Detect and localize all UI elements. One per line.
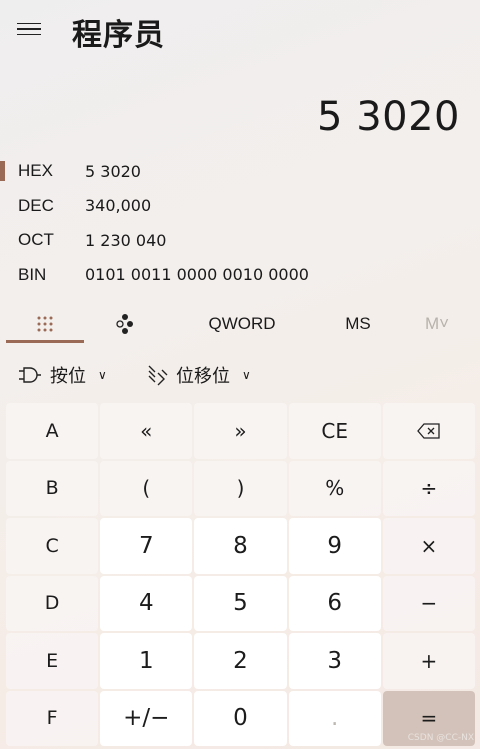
page-title: 程序员 [72,18,165,53]
key-clear-entry[interactable]: CE [288,403,381,459]
key-1[interactable]: 1 [100,633,193,689]
key-3[interactable]: 3 [288,633,381,689]
radix-label: HEX [18,161,53,181]
result-display: 5 3020 [317,94,460,140]
keypad-grid-icon[interactable] [6,303,84,345]
memory-recall-button: M˅ [424,314,450,333]
mode-tabs: QWORD MS M˅ [0,303,480,345]
key-percent[interactable]: % [288,460,381,516]
memory-store-button[interactable]: MS [330,303,386,345]
key-5[interactable]: 5 [194,575,287,631]
key-7[interactable]: 7 [100,518,193,574]
bitshift-dropdown[interactable]: 位移位 ∨ [146,352,251,398]
key-c[interactable]: C [6,518,99,574]
bitwise-label: 按位 [50,366,86,386]
radix-row-oct[interactable]: OCT 1 230 040 [0,223,480,258]
key-6[interactable]: 6 [288,575,381,631]
key-f[interactable]: F [6,690,99,746]
watermark: CSDN @CC-NX [407,733,474,743]
key-decimal: . [288,690,381,746]
key-d[interactable]: D [6,575,99,631]
bit-toggle-icon[interactable] [86,303,164,345]
bitwise-toolbar: 按位 ∨ 位移位 ∨ [0,352,480,398]
radix-label: DEC [18,195,54,215]
key-negate[interactable]: +/− [100,690,193,746]
chevron-down-icon: ∨ [98,368,107,382]
radix-label: OCT [18,230,54,250]
radix-value: 1 230 040 [85,230,167,250]
key-subtract[interactable]: − [382,575,475,631]
key-2[interactable]: 2 [194,633,287,689]
bitshift-label: 位移位 [176,366,230,386]
radix-value: 0101 0011 0000 0010 0000 [85,265,309,285]
key-a[interactable]: A [6,403,99,459]
bitshift-icon [148,365,168,386]
key-9[interactable]: 9 [288,518,381,574]
keypad: A « » CE B ( ) % ÷ C 7 8 9 × D 4 5 6 − E… [6,403,475,746]
key-divide[interactable]: ÷ [382,460,475,516]
logic-gate-icon [19,367,41,383]
key-0[interactable]: 0 [194,690,287,746]
key-add[interactable]: + [382,633,475,689]
key-close-paren[interactable]: ) [194,460,287,516]
bitwise-dropdown[interactable]: 按位 ∨ [18,352,107,398]
radix-row-dec[interactable]: DEC 340,000 [0,189,480,224]
key-right-shift[interactable]: » [194,403,287,459]
radix-value: 340,000 [85,196,152,216]
chevron-down-icon: ∨ [242,368,251,382]
key-left-shift[interactable]: « [100,403,193,459]
key-e[interactable]: E [6,633,99,689]
radix-row-bin[interactable]: BIN 0101 0011 0000 0010 0000 [0,258,480,293]
radix-list: HEX 5 3020 DEC 340,000 OCT 1 230 040 BIN… [0,154,480,292]
radix-row-hex[interactable]: HEX 5 3020 [0,154,480,189]
word-size-button[interactable]: QWORD [196,303,288,345]
key-open-paren[interactable]: ( [100,460,193,516]
key-multiply[interactable]: × [382,518,475,574]
radix-label: BIN [18,264,47,284]
hamburger-menu-icon[interactable] [12,14,46,44]
key-b[interactable]: B [6,460,99,516]
key-4[interactable]: 4 [100,575,193,631]
backspace-icon[interactable] [382,403,475,459]
radix-value: 5 3020 [85,161,141,181]
key-8[interactable]: 8 [194,518,287,574]
